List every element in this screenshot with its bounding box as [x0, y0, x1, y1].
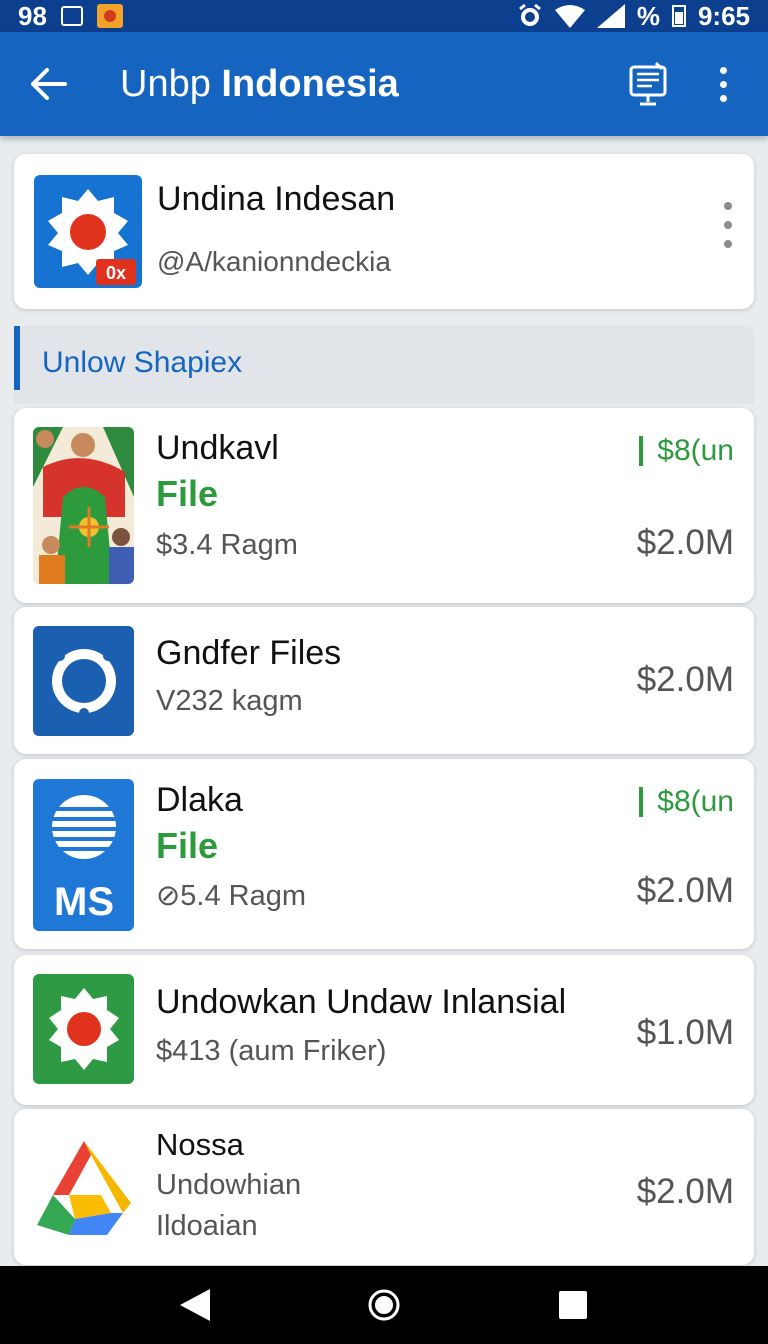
alarm-icon [518, 3, 541, 26]
list-item[interactable]: Gndfer Files V232 kagm $2.0M [14, 607, 754, 754]
status-left-text: 98 [18, 0, 47, 31]
ring-icon [33, 626, 134, 736]
profile-app-icon: 0x [34, 175, 142, 288]
receipt-monitor-icon [629, 61, 667, 106]
item-status-badge: $8(un [639, 785, 734, 819]
clock-text: 9:65 [697, 0, 750, 31]
list-item[interactable]: Undkavl File $3.4 Ragm $8(un $2.0M [14, 408, 754, 603]
drive-triangle-icon [33, 1133, 134, 1243]
item-category: File [156, 473, 219, 514]
overflow-menu-button[interactable] [678, 32, 768, 136]
more-vert-icon [719, 66, 727, 102]
item-subtitle: $413 (aum Friker) [156, 1035, 387, 1067]
item-badge-text: $8(un [657, 785, 734, 818]
profile-card[interactable]: 0x Undina Indesan @A/kanionndeckia [14, 154, 754, 309]
item-category: File [156, 825, 219, 866]
item-subtitle-line2: Ildoaian [156, 1210, 258, 1242]
system-nav-bar [0, 1266, 768, 1344]
battery-percent-text: % [636, 0, 660, 31]
page-title: Unbp Indonesia [120, 63, 399, 106]
app-notification-icon [96, 4, 123, 28]
app-bar: Unbp Indonesia [0, 32, 768, 136]
item-amount: $2.0M [636, 1172, 734, 1211]
nav-home-button[interactable] [344, 1266, 424, 1344]
list-item[interactable]: Nossa Undowhian Ildoaian $2.0M [14, 1109, 754, 1265]
item-title: Gndfer Files [156, 634, 342, 672]
list-item[interactable]: Undowkan Undaw Inlansial $413 (aum Frike… [14, 955, 754, 1105]
item-subtitle: $3.4 Ragm [156, 529, 298, 561]
signal-icon [596, 4, 625, 28]
nav-recents-button[interactable] [533, 1266, 613, 1344]
item-status-badge: $8(un [639, 434, 734, 468]
status-bar: 98 % 9:65 [0, 0, 768, 32]
item-title: Undkavl [156, 429, 279, 467]
item-title: Undowkan Undaw Inlansial [156, 983, 567, 1021]
screenshot-notification-icon [60, 6, 83, 26]
item-subtitle-line1: Undowhian [156, 1169, 302, 1201]
item-amount: $1.0M [636, 1013, 734, 1052]
battery-icon [671, 5, 686, 27]
item-badge-text: $8(un [657, 434, 734, 467]
arrow-back-icon [31, 68, 67, 100]
item-amount: $2.0M [636, 871, 734, 910]
profile-title: Undina Indesan [157, 180, 396, 218]
ms-icon-text: MS [54, 880, 114, 924]
page-title-bold: Indonesia [221, 62, 399, 105]
section-accent-bar [14, 326, 20, 390]
page-title-light: Unbp [120, 62, 211, 105]
home-circle-icon [368, 1289, 400, 1321]
receipt-button[interactable] [618, 32, 678, 136]
item-subtitle: V232 kagm [156, 685, 303, 717]
ms-globe-icon: MS [33, 779, 134, 931]
wifi-icon [554, 5, 585, 28]
item-title: Nossa [156, 1127, 244, 1162]
nav-back-button[interactable] [155, 1266, 235, 1344]
gear-sun-icon [33, 974, 134, 1084]
item-amount: $2.0M [636, 660, 734, 699]
item-amount: $2.0M [636, 523, 734, 562]
section-label: Unlow Shapiex [42, 346, 243, 379]
item-title: Dlaka [156, 781, 243, 819]
more-vert-icon[interactable] [724, 202, 732, 248]
recents-square-icon [559, 1291, 588, 1319]
item-subtitle: ⊘5.4 Ragm [156, 880, 307, 912]
illustration-people-icon [33, 427, 134, 584]
gear-sun-icon: 0x [48, 189, 136, 285]
section-header: Unlow Shapiex [14, 326, 754, 404]
icon-badge-text: 0x [106, 263, 126, 283]
back-button[interactable] [0, 32, 96, 136]
back-triangle-icon [179, 1289, 210, 1321]
profile-handle: @A/kanionndeckia [157, 246, 391, 277]
list-item[interactable]: MS Dlaka File ⊘5.4 Ragm $8(un $2.0M [14, 759, 754, 949]
